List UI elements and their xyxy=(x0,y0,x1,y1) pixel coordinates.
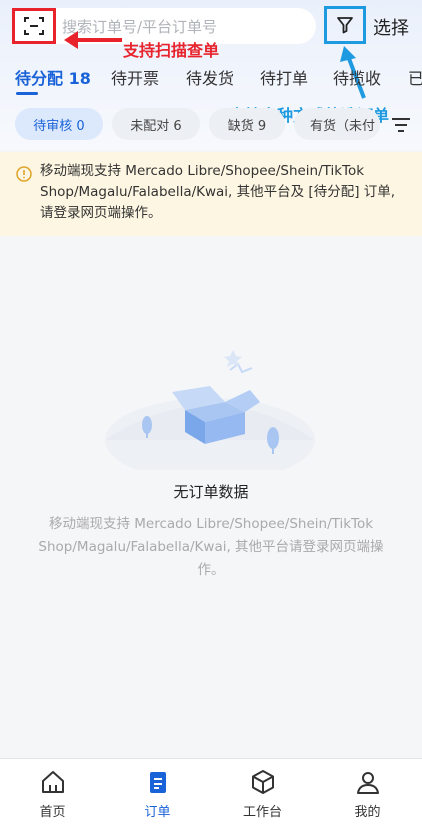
empty-title: 无订单数据 xyxy=(173,483,249,501)
nav-home-label: 首页 xyxy=(39,805,66,820)
chip-unpaired[interactable]: 未配对 6 xyxy=(112,108,200,140)
notice-text: 移动端现支持 Mercado Libre/Shopee/Shein/TikTok… xyxy=(40,163,396,221)
nav-home[interactable]: 首页 xyxy=(0,759,105,826)
status-tabs: 待分配 18 待开票 待发货 待打单 待揽收 已 xyxy=(0,62,422,94)
orders-icon xyxy=(150,772,166,793)
tab-pending-allocation[interactable]: 待分配 18 xyxy=(15,65,91,89)
filter-button[interactable] xyxy=(324,6,366,44)
bottom-nav: 首页 订单 工作台 我的 xyxy=(0,758,422,826)
sort-icon[interactable] xyxy=(391,116,411,134)
active-tab-indicator xyxy=(16,92,38,95)
tab-pending-invoice[interactable]: 待开票 xyxy=(111,65,159,89)
nav-orders[interactable]: 订单 xyxy=(105,759,210,826)
nav-me-label: 我的 xyxy=(354,805,381,820)
tab-pending-shipment[interactable]: 待发货 xyxy=(186,65,234,89)
info-icon xyxy=(16,166,32,182)
home-icon xyxy=(42,771,64,793)
sub-filter-chips: 待审核 0 未配对 6 缺货 9 有货（未付 xyxy=(0,108,422,142)
nav-workbench-label: 工作台 xyxy=(242,805,282,820)
nav-me[interactable]: 我的 xyxy=(315,759,420,826)
tab-pending-pickup[interactable]: 待揽收 xyxy=(333,65,381,89)
empty-box-illustration xyxy=(105,350,315,470)
funnel-icon xyxy=(337,17,353,34)
workbench-icon xyxy=(252,770,274,794)
chip-out-of-stock[interactable]: 缺货 9 xyxy=(209,108,285,140)
chip-pending-review[interactable]: 待审核 0 xyxy=(15,108,103,140)
red-arrow-icon xyxy=(64,31,122,49)
scan-button[interactable] xyxy=(12,8,56,44)
nav-orders-label: 订单 xyxy=(144,805,171,820)
notice-banner: 移动端现支持 Mercado Libre/Shopee/Shein/TikTok… xyxy=(0,152,422,236)
user-icon xyxy=(357,772,379,794)
scan-annotation: 支持扫描查单 xyxy=(123,41,220,60)
select-button[interactable]: 选择 xyxy=(373,14,409,40)
tab-done[interactable]: 已 xyxy=(408,65,422,89)
chip-in-stock[interactable]: 有货（未付 xyxy=(294,108,380,140)
empty-description: 移动端现支持 Mercado Libre/Shopee/Shein/TikTok… xyxy=(38,516,384,578)
scan-icon xyxy=(24,17,44,35)
tab-pending-print[interactable]: 待打单 xyxy=(260,65,308,89)
nav-workbench[interactable]: 工作台 xyxy=(210,759,315,826)
